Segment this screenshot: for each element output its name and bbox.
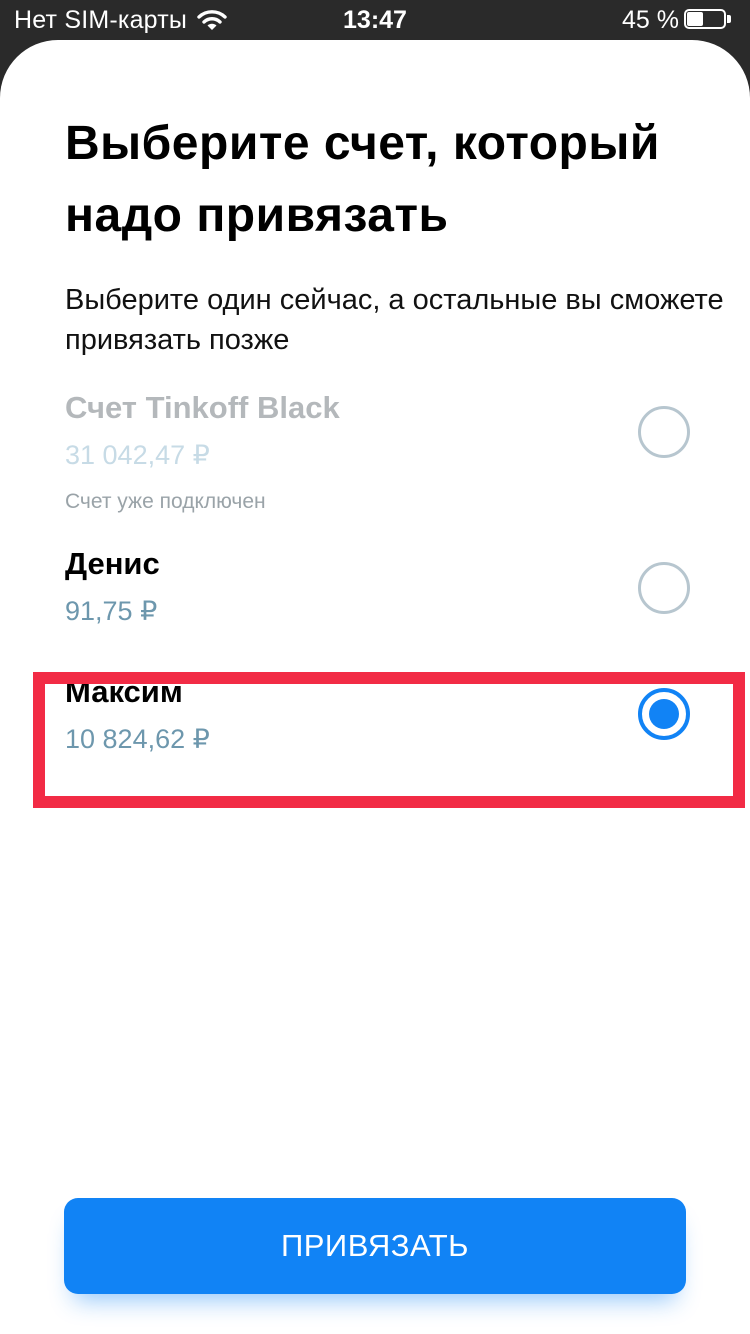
battery-icon (684, 9, 734, 31)
radio-button-selected-icon[interactable] (638, 688, 690, 740)
account-row-maksim[interactable]: Максим 10 824,62 ₽ (65, 670, 690, 768)
account-balance: 10 824,62 ₽ (65, 724, 210, 754)
redacted-surname (201, 670, 351, 714)
battery-percentage: 45 % (622, 6, 679, 34)
redacted-surname (177, 542, 327, 586)
status-bar: Нет SIM-карты 13:47 45 % (0, 0, 750, 40)
account-selection-sheet: Выберите счет, который надо привязать Вы… (0, 40, 750, 1334)
link-account-button[interactable]: ПРИВЯЗАТЬ (64, 1198, 686, 1294)
account-name: Денис (65, 546, 160, 581)
account-balance: 31 042,47 ₽ (65, 440, 210, 470)
account-balance: 91,75 ₽ (65, 596, 158, 626)
account-status-note: Счет уже подключен (65, 490, 266, 513)
radio-selected-dot (649, 699, 679, 729)
radio-button-icon (638, 406, 690, 458)
page-title: Выберите счет, который надо привязать (65, 117, 660, 242)
battery-level-fill (687, 12, 703, 26)
page-subtitle: Выберите один сейчас, а остальные вы смо… (65, 284, 724, 356)
radio-button-icon[interactable] (638, 562, 690, 614)
account-row-tinkoff-black: Счет Tinkoff Black 31 042,47 ₽ Счет уже … (65, 388, 690, 518)
account-name: Счет Tinkoff Black (65, 390, 340, 425)
account-row-denis[interactable]: Денис 91,75 ₽ (65, 542, 690, 634)
account-name: Максим (65, 674, 183, 709)
